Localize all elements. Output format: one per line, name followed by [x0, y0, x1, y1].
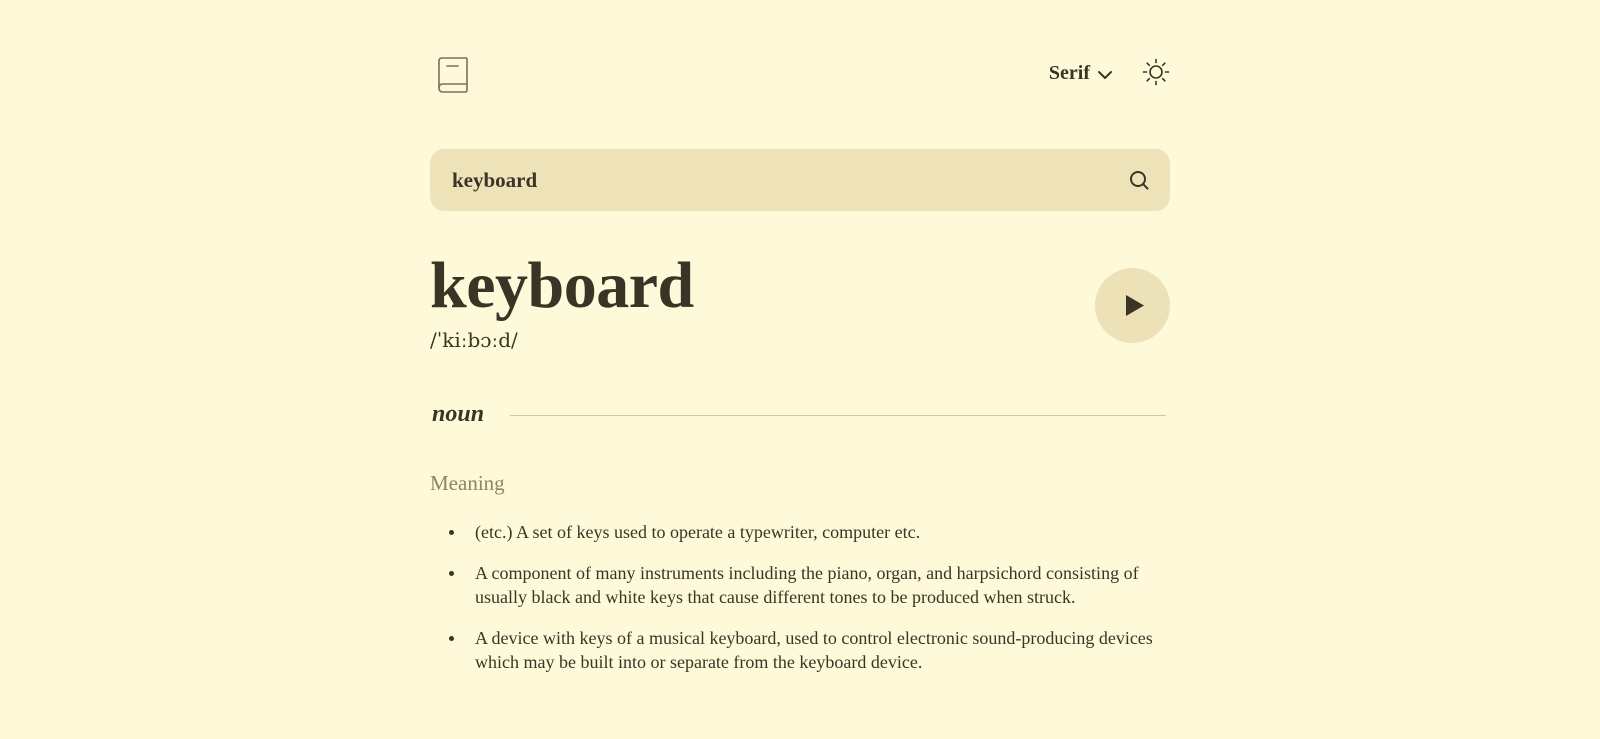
part-of-speech-label: noun	[432, 401, 485, 427]
definition-item: A component of many instruments includin…	[430, 561, 1170, 609]
definition-text: A device with keys of a musical keyboard…	[475, 628, 1153, 672]
chevron-down-icon	[1098, 70, 1112, 79]
definition-item: A device with keys of a musical keyboard…	[430, 626, 1170, 674]
definition-text: A component of many instruments includin…	[475, 563, 1139, 607]
play-pronunciation-button[interactable]	[1095, 268, 1170, 343]
definition-item: (etc.) A set of keys used to operate a t…	[430, 520, 1170, 544]
bullet	[449, 571, 454, 576]
dictionary-page: Serif keyboard keyboard /ˈkiːbɔːd/ noun …	[0, 0, 1600, 739]
search-bar	[430, 149, 1170, 211]
meaning-heading: Meaning	[430, 471, 505, 495]
sun-icon[interactable]	[1142, 58, 1170, 86]
definition-list: (etc.) A set of keys used to operate a t…	[430, 520, 1170, 691]
app-header: Serif	[430, 54, 1170, 94]
font-selector-dropdown[interactable]: Serif	[1049, 62, 1114, 85]
search-icon[interactable]	[1128, 169, 1150, 191]
phonetic-text: /ˈkiːbɔːd/	[430, 328, 518, 352]
definition-text: (etc.) A set of keys used to operate a t…	[475, 522, 921, 542]
word-title: keyboard	[430, 249, 694, 322]
font-selector-label: Serif	[1048, 62, 1090, 84]
divider	[510, 415, 1166, 416]
book-icon[interactable]	[436, 56, 470, 94]
search-input[interactable]	[452, 149, 1092, 211]
play-icon	[1126, 295, 1144, 316]
part-of-speech-row: noun	[430, 398, 1170, 432]
bullet	[449, 530, 454, 535]
bullet	[449, 636, 454, 641]
